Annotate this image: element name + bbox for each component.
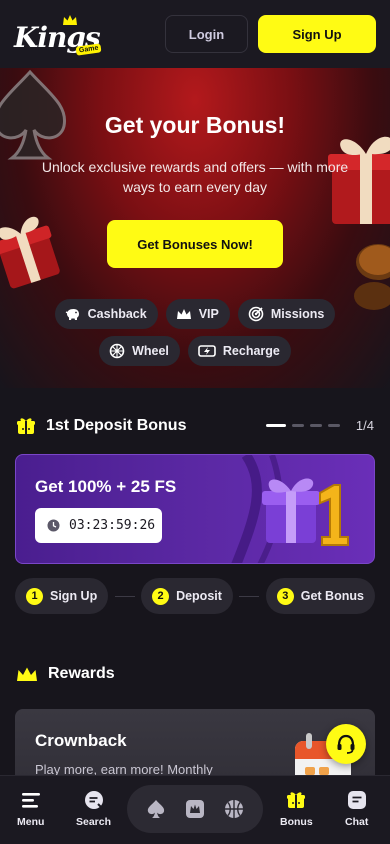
support-chat-button[interactable] (326, 724, 366, 764)
step-deposit[interactable]: 2 Deposit (141, 578, 233, 614)
pager-dot[interactable] (291, 424, 304, 427)
carousel-pager: 1/4 (265, 418, 374, 433)
pager-count: 1/4 (355, 418, 374, 433)
basketball-icon[interactable] (223, 798, 245, 820)
timer-value: 03:23:59:26 (69, 518, 156, 533)
piggy-bank-icon (65, 309, 79, 320)
lightning-icon (198, 345, 216, 357)
nav-games-group (127, 785, 263, 833)
step-connector (114, 595, 135, 597)
get-bonuses-button[interactable]: Get Bonuses Now! (107, 220, 283, 268)
section-title: Rewards (48, 665, 115, 682)
bottom-navigation: Menu Search Bonus Chat (0, 775, 390, 844)
bonus-chips-row-2: Wheel Recharge (0, 336, 390, 366)
crown-icon (17, 667, 37, 681)
crown-icon (176, 308, 191, 319)
step-label: Deposit (176, 589, 222, 603)
step-sign-up[interactable]: 1 Sign Up (15, 578, 109, 614)
step-number: 3 (276, 587, 294, 605)
chip-wheel[interactable]: Wheel (99, 336, 180, 366)
countdown-timer: 03:23:59:26 (35, 508, 162, 543)
menu-icon (21, 793, 40, 808)
step-get-bonus[interactable]: 3 Get Bonus (265, 578, 375, 614)
signup-button[interactable]: Sign Up (258, 15, 376, 53)
step-number: 1 (26, 587, 43, 605)
nav-bonus[interactable]: Bonus (280, 790, 313, 828)
logo-crown-icon (63, 15, 77, 25)
nav-label: Menu (17, 816, 45, 828)
pager-dot[interactable] (309, 424, 322, 427)
login-button[interactable]: Login (165, 15, 248, 53)
purple-gift-icon (262, 478, 349, 546)
gift-box-icon (17, 418, 35, 434)
deposit-card-title: Get 100% + 25 FS (35, 477, 177, 496)
nav-label: Bonus (280, 816, 313, 828)
step-label: Sign Up (50, 589, 98, 603)
bonus-chips-row-1: Cashback VIP Missions (0, 299, 390, 329)
kings-logo[interactable]: Kings Game (14, 14, 102, 56)
rewards-section-header: Rewards (16, 665, 115, 683)
step-number: 2 (152, 587, 170, 605)
bonus-steps: 1 Sign Up 2 Deposit 3 Get Bonus (15, 578, 375, 614)
nav-label: Chat (345, 816, 369, 828)
nav-search[interactable]: Search (76, 790, 111, 828)
pager-dot-active[interactable] (265, 424, 286, 427)
nav-menu[interactable]: Menu (17, 790, 44, 828)
chip-label: Wheel (132, 344, 169, 358)
step-label: Get Bonus (300, 589, 364, 603)
chip-label: VIP (198, 307, 219, 321)
chip-label: Missions (270, 307, 325, 321)
search-icon (84, 791, 103, 809)
chip-label: Recharge (222, 344, 280, 358)
gift-decoration-left-icon (0, 216, 60, 289)
live-casino-icon[interactable] (184, 798, 206, 820)
chip-recharge[interactable]: Recharge (187, 336, 291, 366)
top-header: Kings Game Login Sign Up (0, 0, 390, 68)
step-connector (239, 595, 260, 597)
nav-label: Search (76, 816, 112, 828)
spade-icon[interactable] (145, 798, 167, 820)
hero-title: Get your Bonus! (104, 112, 286, 138)
crownback-title: Crownback (35, 731, 127, 750)
chip-label: Cashback (87, 307, 147, 321)
chip-missions[interactable]: Missions (237, 299, 336, 329)
clock-icon (47, 519, 60, 532)
wheel-icon (109, 343, 125, 359)
pager-dot[interactable] (327, 424, 340, 427)
chip-cashback[interactable]: Cashback (54, 299, 158, 329)
target-icon (248, 306, 264, 322)
chat-icon (347, 791, 366, 809)
deposit-bonus-card[interactable]: Get 100% + 25 FS 03:23:59:26 (15, 454, 375, 564)
nav-chat[interactable]: Chat (345, 790, 368, 828)
section-title: 1st Deposit Bonus (46, 417, 187, 434)
hero-subtitle: Unlock exclusive rewards and offers — wi… (41, 159, 349, 195)
headset-icon (337, 734, 355, 754)
gift-box-icon (287, 792, 306, 808)
deposit-section-header: 1st Deposit Bonus (16, 416, 186, 436)
chip-vip[interactable]: VIP (165, 299, 230, 329)
